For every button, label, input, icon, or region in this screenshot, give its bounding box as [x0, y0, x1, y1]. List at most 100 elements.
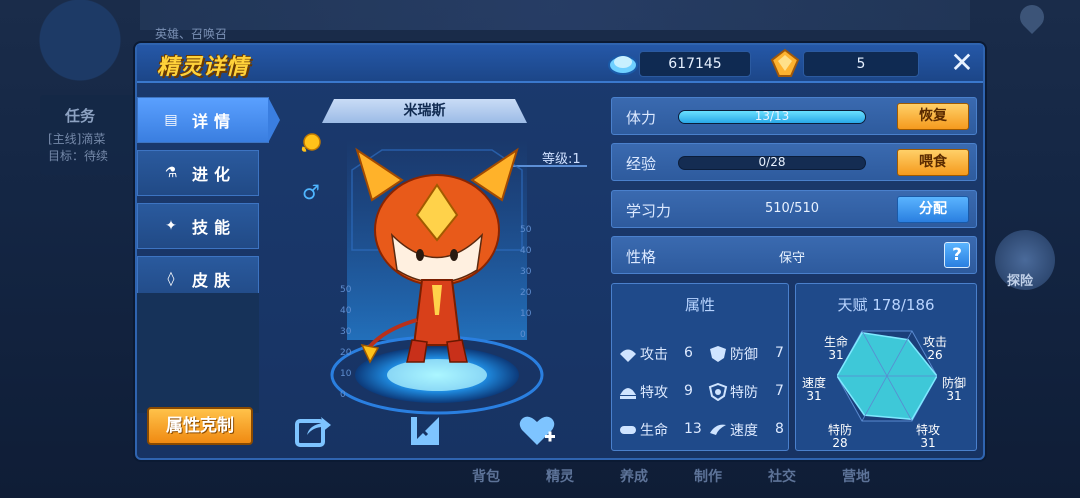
- scale-right-tick: 20: [520, 288, 532, 298]
- defense-icon: [710, 346, 726, 362]
- restore-button[interactable]: 恢复: [897, 103, 969, 130]
- tab-evolve[interactable]: ⚗ 进化: [137, 150, 259, 196]
- talent-defense-value: 31: [946, 389, 962, 403]
- feed-button[interactable]: 喂食: [897, 149, 969, 176]
- type-restraint-button[interactable]: 属性克制: [147, 407, 253, 445]
- tab-evolve-label: 进化: [192, 165, 237, 184]
- nature-value: 保守: [778, 251, 805, 266]
- explore-button: 探险: [995, 230, 1055, 290]
- learn-power-label: 学习力: [626, 202, 672, 220]
- scale-right-tick: 0: [520, 330, 526, 340]
- favorite-heart-icon[interactable]: [517, 413, 557, 449]
- speed-icon: [710, 424, 726, 435]
- creature-stage: 50 40 30 20 10 0 50 40 30 20 10 0: [312, 130, 562, 425]
- stamina-bar: 13/13: [678, 110, 866, 124]
- nav-social: 社交: [768, 469, 796, 485]
- talent-sp-attack-value: 31: [920, 436, 936, 450]
- close-icon: ✕: [950, 46, 974, 79]
- nav-camp: 营地: [842, 469, 870, 485]
- explore-label: 探险: [1007, 274, 1034, 289]
- stat-speed-label: 速度: [730, 423, 758, 439]
- stat-sp-defense-label: 特防: [730, 385, 758, 401]
- talent-attack: 攻击 26: [923, 336, 947, 362]
- talent-hp: 生命 31: [824, 336, 848, 362]
- nav-craft: 制作: [694, 469, 722, 485]
- tab-skills[interactable]: ✦ 技能: [137, 203, 259, 249]
- exp-label: 经验: [626, 155, 657, 173]
- scale-left-tick: 10: [340, 369, 352, 379]
- dialog-header: 精灵详情 617145 5 ✕: [137, 45, 983, 83]
- allocate-button[interactable]: 分配: [897, 196, 969, 223]
- stat-defense-value: 7: [775, 345, 784, 361]
- stat-speed-value: 8: [775, 421, 784, 437]
- stat-speed: 速度: [708, 420, 758, 440]
- attributes-title: 属性: [684, 296, 715, 314]
- crystals-value: 5: [856, 56, 866, 72]
- drop-icon: ◊: [167, 271, 175, 287]
- attributes-panel: 属性 攻击 6 防御 7 特攻 9 特防 7 生命 13 速度 8: [611, 283, 789, 451]
- orange-crystal-icon: [770, 48, 800, 77]
- dialog-title: 精灵详情: [157, 55, 250, 80]
- scale-right: 50 40 30 20 10 0: [520, 220, 531, 346]
- talent-sp-defense: 特防 28: [828, 424, 852, 450]
- talent-speed: 速度 31: [802, 377, 826, 403]
- exp-row: 经验 0/28 喂食: [611, 143, 977, 181]
- currency-crystals: 5: [803, 51, 919, 77]
- creature-name-plate: 米瑞斯: [322, 99, 527, 123]
- tab-panel-filler: [137, 293, 259, 413]
- hp-icon: [620, 426, 636, 434]
- nature-row: 性格 保守 ?: [611, 236, 977, 274]
- talent-sp-defense-value: 28: [832, 436, 848, 450]
- stat-hp-value: 13: [684, 421, 702, 437]
- flask-icon: ⚗: [164, 165, 178, 181]
- sp-defense-icon: [708, 383, 728, 401]
- tab-details-label: 详情: [192, 112, 237, 131]
- sprite-detail-dialog: 精灵详情 617145 5 ✕ ▤ 详情 ⚗ 进化 ✦ 技能 ◊ 皮肤 属性克制…: [135, 43, 985, 460]
- currency-coins: 617145: [639, 51, 751, 77]
- attack-icon: [620, 349, 636, 362]
- tab-skills-label: 技能: [192, 218, 237, 237]
- stat-sp-attack: 特攻: [618, 382, 668, 402]
- rename-icon[interactable]: [405, 413, 445, 449]
- tab-skins-label: 皮肤: [192, 271, 237, 290]
- talent-defense: 防御 31: [942, 377, 966, 403]
- talent-attack-value: 26: [927, 348, 943, 362]
- quest-target: 目标：待续: [48, 149, 109, 163]
- talent-speed-value: 31: [806, 389, 822, 403]
- background-top-text: 英雄、召唤召: [155, 27, 228, 41]
- coins-value: 617145: [668, 56, 722, 72]
- talent-panel: 天赋 178/186 生命 31 攻击 26 防御 31 特攻 31 特防 28…: [795, 283, 977, 451]
- document-icon: ▤: [164, 112, 178, 128]
- stamina-row: 体力 13/13 恢复: [611, 97, 977, 135]
- stat-hp: 生命: [618, 420, 668, 440]
- close-button[interactable]: ✕: [947, 49, 977, 78]
- scale-left-tick: 20: [340, 348, 352, 358]
- learn-power-value: 510/510: [764, 201, 819, 216]
- stat-sp-defense-value: 7: [775, 383, 784, 399]
- talent-title: 天赋: [837, 296, 868, 314]
- stat-defense: 防御: [708, 344, 758, 364]
- sp-attack-icon: [620, 388, 636, 399]
- talent-radar-chart: [837, 330, 937, 422]
- scale-left: 50 40 30 20 10 0: [340, 280, 351, 406]
- talent-heading: 天赋 178/186: [796, 294, 976, 315]
- learn-power-row: 学习力 510/510 分配: [611, 190, 977, 228]
- nature-label: 性格: [626, 248, 657, 266]
- nav-bag: 背包: [472, 469, 500, 485]
- nature-help-button[interactable]: ?: [944, 242, 970, 268]
- stat-sp-attack-value: 9: [684, 383, 693, 399]
- scale-left-tick: 40: [340, 306, 352, 316]
- exp-value: 0/28: [758, 156, 786, 169]
- scale-right-tick: 30: [520, 267, 532, 277]
- talent-sp-attack: 特攻 31: [916, 424, 940, 450]
- exp-bar: 0/28: [678, 156, 866, 170]
- share-icon[interactable]: [293, 413, 333, 449]
- tab-details[interactable]: ▤ 详情: [137, 97, 280, 143]
- stat-sp-defense: 特防: [708, 382, 758, 402]
- nav-develop: 养成: [620, 469, 648, 485]
- quest-line: [主线]滴菜: [48, 132, 106, 146]
- nav-sprite: 精灵: [546, 469, 574, 485]
- stat-sp-attack-label: 特攻: [640, 385, 668, 401]
- background-quest-panel: 任务 [主线]滴菜 目标：待续: [40, 95, 140, 175]
- background-top-strip: [140, 0, 970, 30]
